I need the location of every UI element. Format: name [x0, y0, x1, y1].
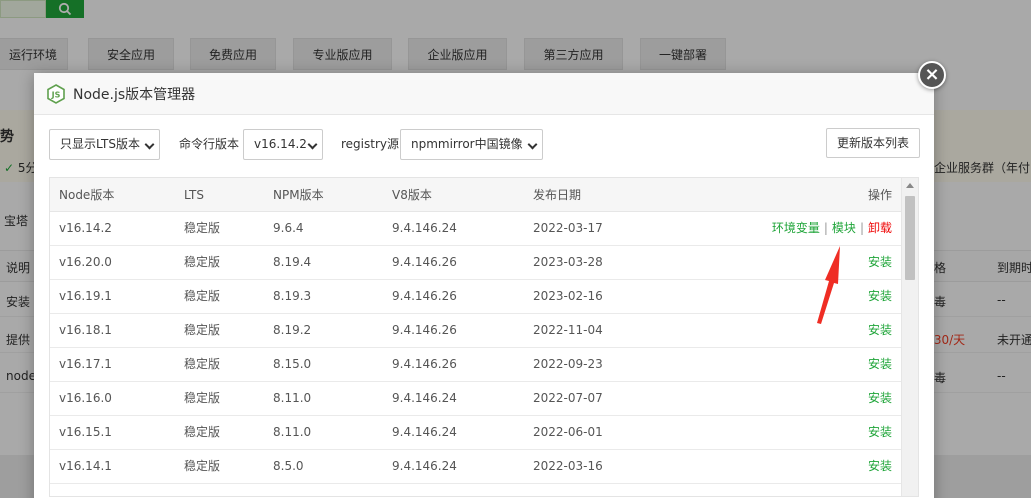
install-link[interactable]: 安装	[868, 425, 892, 439]
scroll-thumb[interactable]	[905, 196, 915, 280]
install-link[interactable]: 安装	[868, 289, 892, 303]
v8-version-cell: 9.4.146.26	[392, 289, 457, 303]
nodejs-version-manager-dialog: JS Node.js版本管理器 只显示LTS版本 命令行版本 v16.14.2 …	[34, 73, 934, 498]
actions-cell: 安装	[868, 314, 892, 347]
table-body: v16.14.2 稳定版 9.6.4 9.4.146.24 2022-03-17 环境变量…	[50, 212, 901, 496]
close-icon[interactable]: ×	[918, 61, 946, 89]
modules-link[interactable]: 模块	[832, 221, 856, 235]
npm-version-cell: 9.6.4	[273, 221, 304, 235]
npm-version-cell: 8.19.2	[273, 323, 312, 337]
release-date-cell: 2023-02-16	[533, 289, 603, 303]
table-row: v16.18.1 稳定版 8.19.2 9.4.146.26 2022-11-04 安装	[50, 314, 901, 348]
v8-version-cell: 9.4.146.24	[392, 425, 457, 439]
actions-cell: 安装	[868, 416, 892, 449]
scroll-up-icon[interactable]	[906, 183, 914, 188]
lts-cell: 稳定版	[184, 323, 221, 337]
table-row: v16.14.2 稳定版 9.6.4 9.4.146.24 2022-03-17 环境变量…	[50, 212, 901, 246]
chevron-down-icon	[527, 139, 538, 150]
col-release-date: 发布日期	[533, 188, 582, 202]
col-node-version: Node版本	[59, 188, 115, 202]
registry-select[interactable]: npmmirror中国镜像	[400, 129, 543, 160]
dialog-title: Node.js版本管理器	[73, 86, 196, 103]
lts-cell: 稳定版	[184, 391, 221, 405]
table-scrollbar[interactable]	[901, 178, 918, 496]
v8-version-cell: 9.4.146.24	[392, 391, 457, 405]
actions-cell: 环境变量 | 模块 | 卸载	[772, 212, 892, 245]
col-v8-version: V8版本	[392, 188, 432, 202]
cmd-version-select[interactable]: v16.14.2	[243, 129, 323, 160]
table-row: v16.16.0 稳定版 8.11.0 9.4.146.24 2022-07-07 安装	[50, 382, 901, 416]
dialog-header: JS Node.js版本管理器	[34, 73, 934, 115]
install-link[interactable]: 安装	[868, 391, 892, 405]
lts-filter-select[interactable]: 只显示LTS版本	[49, 129, 160, 160]
v8-version-cell: 9.4.146.26	[392, 255, 457, 269]
toolbar: 只显示LTS版本 命令行版本 v16.14.2 registry源 npmmir…	[49, 128, 920, 160]
lts-cell: 稳定版	[184, 221, 221, 235]
install-link[interactable]: 安装	[868, 459, 892, 473]
release-date-cell: 2022-11-04	[533, 323, 603, 337]
uninstall-link[interactable]: 卸载	[868, 221, 892, 235]
npm-version-cell: 8.19.3	[273, 289, 312, 303]
table-row: v16.20.0 稳定版 8.19.4 9.4.146.26 2023-03-28 安装	[50, 246, 901, 280]
svg-text:JS: JS	[51, 90, 61, 99]
v8-version-cell: 9.4.146.24	[392, 459, 457, 473]
npm-version-cell: 8.15.0	[273, 357, 312, 371]
install-link[interactable]: 安装	[868, 255, 892, 269]
release-date-cell: 2022-09-23	[533, 357, 603, 371]
npm-version-cell: 8.11.0	[273, 425, 312, 439]
v8-version-cell: 9.4.146.26	[392, 357, 457, 371]
node-version-cell: v16.15.1	[59, 425, 112, 439]
actions-cell: 安装	[868, 348, 892, 381]
cmd-version-label: 命令行版本	[179, 137, 240, 151]
npm-version-cell: 8.11.0	[273, 391, 312, 405]
v8-version-cell: 9.4.146.24	[392, 221, 457, 235]
install-link[interactable]: 安装	[868, 323, 892, 337]
col-actions: 操作	[867, 188, 892, 202]
npm-version-cell: 8.19.4	[273, 255, 312, 269]
lts-cell: 稳定版	[184, 425, 221, 439]
lts-cell: 稳定版	[184, 255, 221, 269]
release-date-cell: 2022-03-16	[533, 459, 603, 473]
release-date-cell: 2022-06-01	[533, 425, 603, 439]
lts-cell: 稳定版	[184, 459, 221, 473]
release-date-cell: 2022-03-17	[533, 221, 603, 235]
lts-cell: 稳定版	[184, 357, 221, 371]
node-version-cell: v16.14.1	[59, 459, 112, 473]
table-row: v16.15.1 稳定版 8.11.0 9.4.146.24 2022-06-01 安装	[50, 416, 901, 450]
actions-cell: 安装	[868, 450, 892, 483]
table-row: v16.14.1 稳定版 8.5.0 9.4.146.24 2022-03-16 安装	[50, 450, 901, 484]
node-version-cell: v16.20.0	[59, 255, 112, 269]
node-version-cell: v16.17.1	[59, 357, 112, 371]
table-row: v16.19.1 稳定版 8.19.3 9.4.146.26 2023-02-16 安装	[50, 280, 901, 314]
table-header: Node版本 LTS NPM版本 V8版本 发布日期 操作	[50, 178, 901, 212]
version-table: Node版本 LTS NPM版本 V8版本 发布日期 操作 v16.14.2 稳定…	[49, 177, 919, 497]
release-date-cell: 2022-07-07	[533, 391, 603, 405]
actions-cell: 安装	[868, 280, 892, 313]
chevron-down-icon	[307, 139, 318, 150]
col-lts: LTS	[184, 188, 204, 202]
nodejs-hexagon-icon: JS	[47, 83, 65, 104]
lts-cell: 稳定版	[184, 289, 221, 303]
node-version-cell: v16.14.2	[59, 221, 112, 235]
actions-cell: 安装	[868, 382, 892, 415]
env-vars-link[interactable]: 环境变量	[772, 221, 820, 235]
chevron-down-icon	[144, 139, 155, 150]
node-version-cell: v16.19.1	[59, 289, 112, 303]
separator: |	[823, 221, 828, 235]
release-date-cell: 2023-03-28	[533, 255, 603, 269]
col-npm-version: NPM版本	[273, 188, 324, 202]
registry-label: registry源	[341, 137, 399, 151]
refresh-version-list-button[interactable]: 更新版本列表	[826, 128, 920, 158]
table-row: v16.17.1 稳定版 8.15.0 9.4.146.26 2022-09-23 安装	[50, 348, 901, 382]
node-version-cell: v16.18.1	[59, 323, 112, 337]
v8-version-cell: 9.4.146.26	[392, 323, 457, 337]
separator: |	[859, 221, 864, 235]
install-link[interactable]: 安装	[868, 357, 892, 371]
actions-cell: 安装	[868, 246, 892, 279]
npm-version-cell: 8.5.0	[273, 459, 304, 473]
node-version-cell: v16.16.0	[59, 391, 112, 405]
